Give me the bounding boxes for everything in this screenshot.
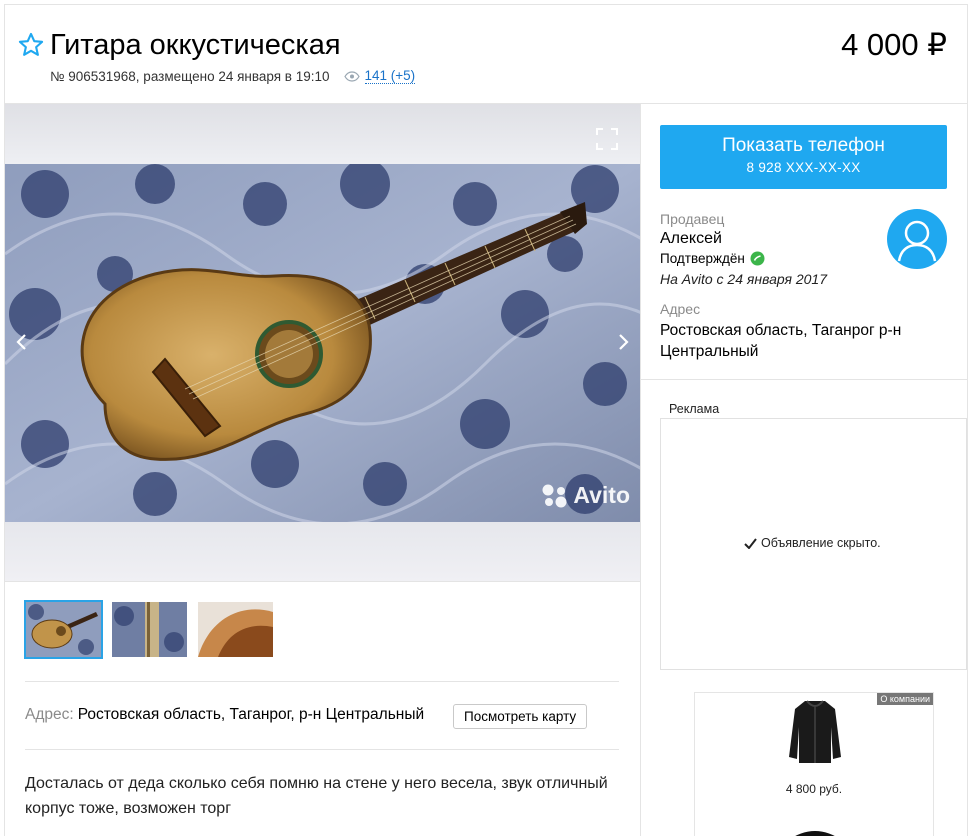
seller-label: Продавец	[660, 211, 725, 227]
photo-gallery[interactable]: Avito	[5, 104, 640, 582]
listing-price: 4 000 ₽	[841, 27, 947, 62]
show-phone-button[interactable]: Показать телефон 8 928 XXX-XX-XX	[660, 125, 947, 189]
ad-hidden-message: Объявление скрыто.	[744, 536, 881, 550]
seller-verified: Подтверждён	[660, 251, 765, 266]
watermark-text: Avito	[573, 482, 630, 508]
gallery-blur-bottom	[5, 522, 640, 581]
thumbnail-strip	[24, 600, 273, 659]
seller-name[interactable]: Алексей	[660, 230, 722, 248]
listing-title: Гитара оккустическая	[50, 29, 341, 61]
avito-watermark: Avito	[541, 482, 630, 509]
seller-address: Ростовская область, Таганрог р-н Централ…	[660, 322, 902, 360]
company-tag[interactable]: О компании	[877, 693, 933, 705]
show-phone-label: Показать телефон	[722, 135, 885, 156]
divider	[641, 379, 968, 380]
listing-meta: № 906531968, размещено 24 января в 19:10…	[50, 68, 416, 84]
product-ad[interactable]: О компании 4 800 руб.	[694, 692, 934, 836]
views-counter[interactable]: 141 (+5)	[343, 68, 416, 84]
verified-icon	[750, 251, 765, 266]
listing-number-date: № 906531968, размещено 24 января в 19:10	[50, 68, 330, 84]
divider	[25, 749, 619, 750]
avito-logo-icon	[542, 484, 567, 507]
seller-since: На Avito с 24 января 2017	[660, 271, 828, 287]
ad-label: Реклама	[669, 402, 720, 416]
gallery-blur-top	[5, 104, 640, 164]
user-avatar-icon[interactable]	[887, 209, 947, 269]
listing-description: Досталась от деда сколько себя помню на …	[25, 775, 608, 817]
product-price: 4 800 руб.	[785, 782, 843, 796]
thumbnail-1[interactable]	[24, 600, 103, 659]
main-photo[interactable]	[5, 164, 640, 522]
address-label: Адрес:	[25, 706, 74, 723]
verified-text: Подтверждён	[660, 251, 745, 266]
check-icon	[744, 537, 757, 549]
expand-icon[interactable]	[596, 128, 618, 150]
phone-masked: 8 928 XXX-XX-XX	[746, 160, 861, 175]
chevron-left-icon[interactable]	[15, 332, 29, 352]
eye-icon	[343, 70, 360, 82]
divider	[25, 681, 619, 682]
product-image[interactable]	[783, 821, 847, 836]
show-map-button[interactable]: Посмотреть карту	[453, 704, 588, 729]
thumbnail-2[interactable]	[112, 602, 187, 657]
address-value: Ростовская область, Таганрог, р-н Центра…	[77, 706, 425, 723]
chevron-right-icon[interactable]	[616, 332, 630, 352]
product-image[interactable]	[785, 697, 845, 767]
column-divider	[640, 104, 641, 836]
views-count: 141 (+5)	[364, 68, 416, 84]
seller-address-label: Адрес	[660, 301, 701, 317]
thumbnail-3[interactable]	[198, 602, 273, 657]
address-row: Адрес: Ростовская область, Таганрог, р-н…	[25, 706, 424, 724]
star-icon[interactable]	[17, 31, 45, 59]
ad-hidden-text: Объявление скрыто.	[761, 536, 881, 550]
